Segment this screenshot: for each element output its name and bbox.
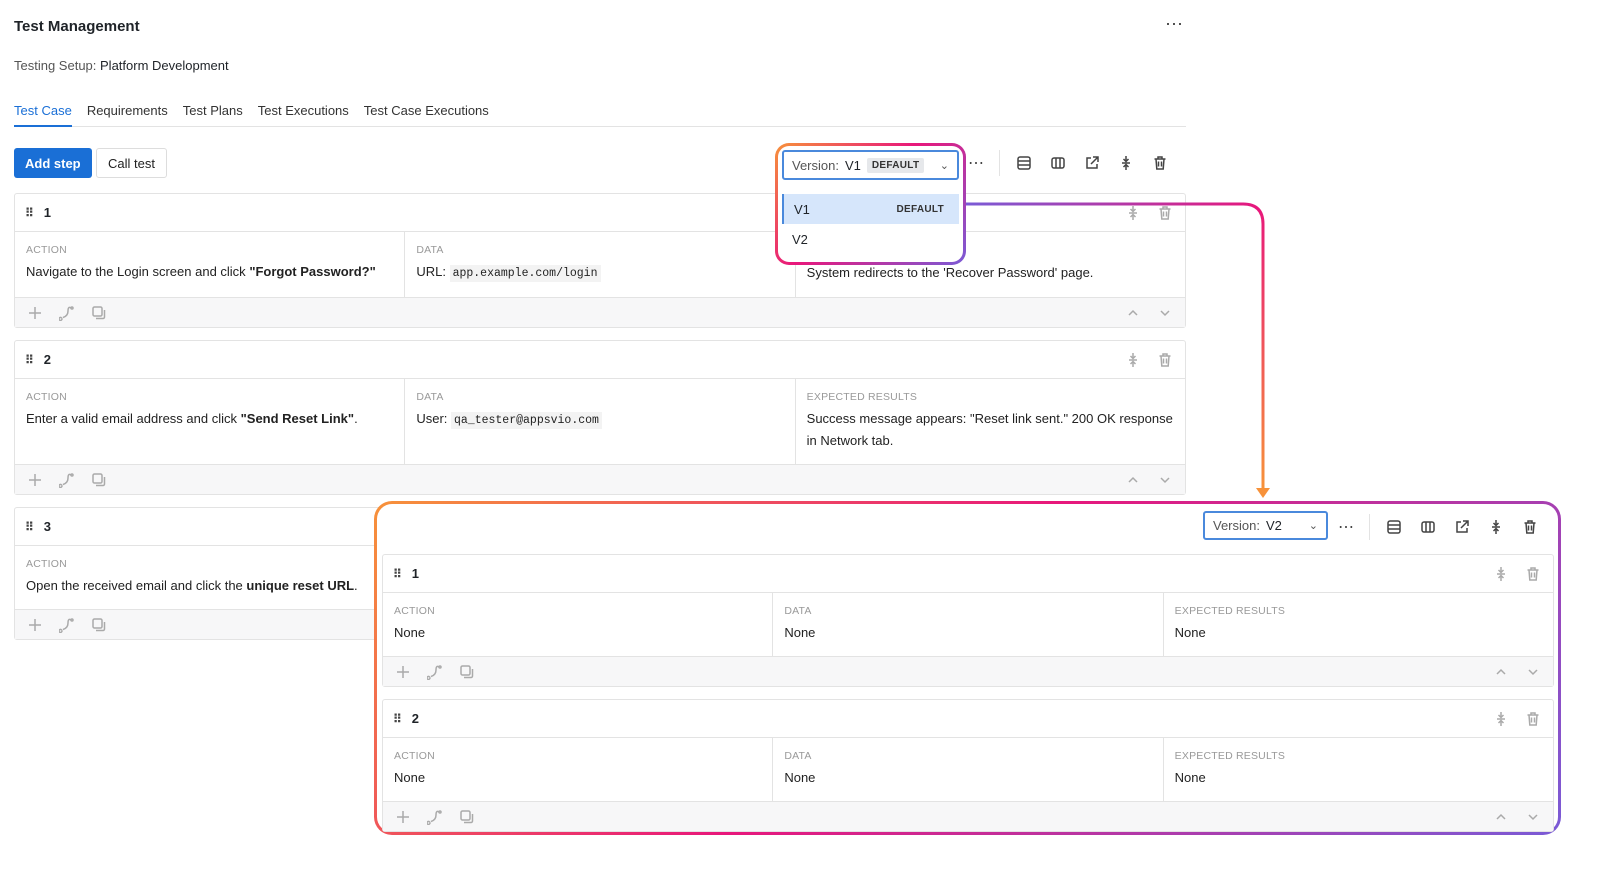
divider bbox=[1369, 514, 1370, 540]
cell-text: None bbox=[1174, 625, 1206, 640]
more-options-button[interactable]: ⋯ bbox=[1338, 517, 1355, 537]
step-card: ⠿ 2 ACTION None DATA None EXPECTED RESULTS None bbox=[382, 699, 1554, 832]
data-label: DATA bbox=[784, 750, 812, 762]
move-up-icon[interactable] bbox=[1491, 807, 1511, 827]
step-toolbar-v2: ⋯ bbox=[1338, 514, 1540, 540]
cell-text: None bbox=[784, 625, 816, 640]
drag-handle-icon[interactable]: ⠿ bbox=[393, 567, 402, 581]
step-footer bbox=[383, 801, 1553, 831]
expected-results-label: EXPECTED RESULTS bbox=[1174, 605, 1286, 617]
collapse-step-icon[interactable] bbox=[1491, 564, 1511, 584]
data-cell[interactable]: DATA None bbox=[773, 593, 1164, 656]
version-v2-panel: Version: V2 ⌄ ⋯ ⠿ 1 ACTION None DATA None EXPE… bbox=[374, 501, 1561, 835]
step-number: 1 bbox=[411, 566, 420, 581]
cell-text: None bbox=[784, 770, 816, 785]
steps-list-v2: ⠿ 1 ACTION None DATA None EXPECTED RESULTS None… bbox=[382, 554, 1554, 844]
action-label: ACTION bbox=[394, 750, 435, 762]
step-number: 2 bbox=[411, 711, 420, 726]
add-icon[interactable] bbox=[393, 662, 413, 682]
data-label: DATA bbox=[784, 605, 812, 617]
duplicate-icon[interactable] bbox=[457, 807, 477, 827]
data-cell[interactable]: DATA None bbox=[773, 738, 1164, 801]
expected-results-label: EXPECTED RESULTS bbox=[1174, 750, 1286, 762]
expected-results-cell[interactable]: EXPECTED RESULTS None bbox=[1164, 738, 1553, 801]
delete-step-icon[interactable] bbox=[1523, 709, 1543, 729]
rows-layout-icon[interactable] bbox=[1384, 517, 1404, 537]
expected-results-cell[interactable]: EXPECTED RESULTS None bbox=[1164, 593, 1553, 656]
step-footer bbox=[383, 656, 1553, 686]
step-card: ⠿ 1 ACTION None DATA None EXPECTED RESULTS None bbox=[382, 554, 1554, 687]
delete-icon[interactable] bbox=[1520, 517, 1540, 537]
cell-text: None bbox=[394, 625, 426, 640]
add-icon[interactable] bbox=[393, 807, 413, 827]
drag-handle-icon[interactable]: ⠿ bbox=[393, 712, 402, 726]
cell-text: None bbox=[394, 770, 426, 785]
chevron-down-icon: ⌄ bbox=[1308, 520, 1318, 532]
version-select-v2[interactable]: Version: V2 ⌄ bbox=[1203, 511, 1328, 540]
open-external-icon[interactable] bbox=[1452, 517, 1472, 537]
cell-text: None bbox=[1174, 770, 1206, 785]
delete-step-icon[interactable] bbox=[1523, 564, 1543, 584]
call-test-icon[interactable] bbox=[425, 807, 445, 827]
version-label: Version: bbox=[1213, 518, 1260, 533]
version-value: V2 bbox=[1265, 518, 1282, 533]
step-header: ⠿ 2 bbox=[383, 700, 1553, 738]
collapse-step-icon[interactable] bbox=[1491, 709, 1511, 729]
collapse-all-icon[interactable] bbox=[1486, 517, 1506, 537]
action-cell[interactable]: ACTION None bbox=[383, 738, 774, 801]
columns-layout-icon[interactable] bbox=[1418, 517, 1438, 537]
call-test-icon[interactable] bbox=[425, 662, 445, 682]
move-down-icon[interactable] bbox=[1523, 807, 1543, 827]
duplicate-icon[interactable] bbox=[457, 662, 477, 682]
move-down-icon[interactable] bbox=[1523, 662, 1543, 682]
action-cell[interactable]: ACTION None bbox=[383, 593, 774, 656]
action-label: ACTION bbox=[394, 605, 435, 617]
move-up-icon[interactable] bbox=[1491, 662, 1511, 682]
step-header: ⠿ 1 bbox=[383, 555, 1553, 593]
